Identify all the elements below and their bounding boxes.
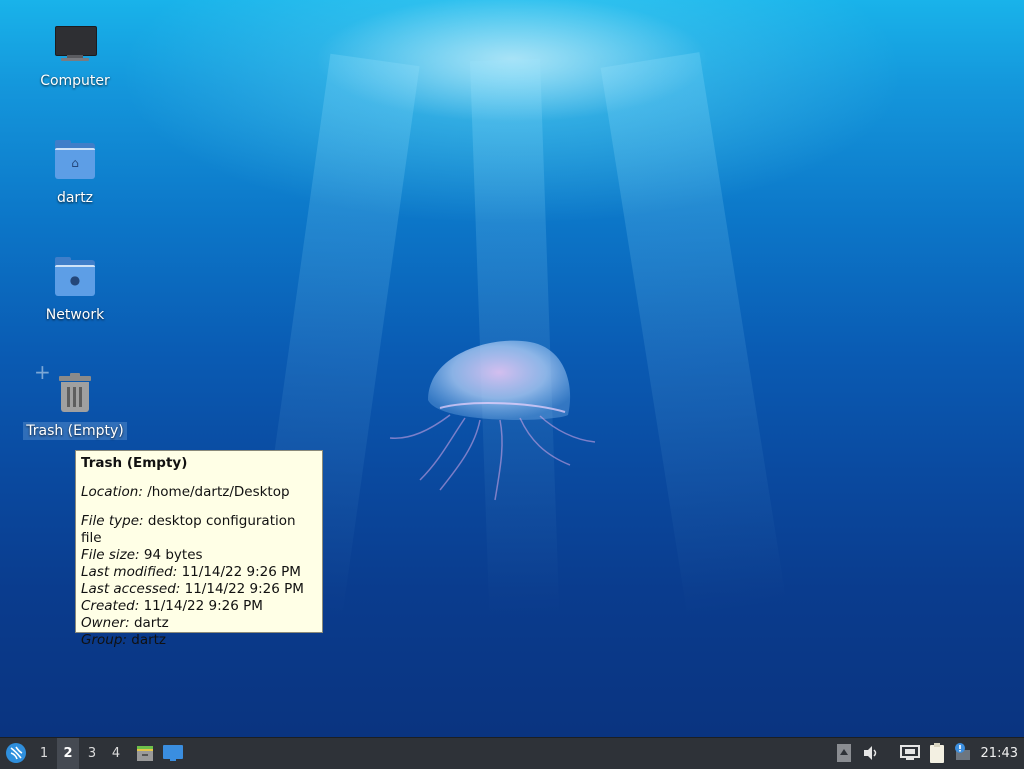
tooltip-label: Last accessed: bbox=[81, 581, 181, 597]
update-notifier-icon bbox=[955, 743, 970, 760]
home-folder-icon: ⌂ bbox=[51, 137, 99, 185]
tooltip-value: /home/dartz/Desktop bbox=[147, 484, 290, 500]
taskbar: 1 2 3 4 21:43 bbox=[0, 737, 1024, 769]
tooltip-owner-row: Owner: dartz bbox=[81, 615, 317, 632]
workspace-3-button[interactable]: 3 bbox=[81, 738, 103, 769]
tooltip-value: dartz bbox=[133, 615, 169, 631]
clock[interactable]: 21:43 bbox=[981, 738, 1018, 769]
tooltip-value: 11/14/22 9:26 PM bbox=[143, 598, 263, 614]
tooltip-last-accessed-row: Last accessed: 11/14/22 9:26 PM bbox=[81, 581, 317, 598]
tooltip-file-type-row: File type: desktop configuration file bbox=[81, 513, 317, 547]
tooltip-created-row: Created: 11/14/22 9:26 PM bbox=[81, 598, 317, 615]
network-icon bbox=[900, 745, 920, 760]
desktop-icon-label: Computer bbox=[40, 73, 110, 89]
show-desktop-icon bbox=[163, 745, 183, 761]
show-desktop-button[interactable] bbox=[161, 738, 185, 769]
tooltip-value: 94 bytes bbox=[143, 547, 203, 563]
workspace-2-button[interactable]: 2 bbox=[57, 738, 79, 769]
desktop-icon-home[interactable]: ⌂ dartz bbox=[20, 137, 130, 207]
tray-up-arrow-icon bbox=[837, 744, 851, 762]
volume-button[interactable] bbox=[860, 738, 882, 769]
tooltip-label: Last modified: bbox=[81, 564, 178, 580]
desktop-icon-label: dartz bbox=[56, 190, 94, 206]
tooltip-value: dartz bbox=[131, 632, 167, 648]
start-menu-icon bbox=[6, 743, 26, 763]
workspace-4-button[interactable]: 4 bbox=[105, 738, 127, 769]
update-notifier-button[interactable] bbox=[951, 738, 973, 769]
tooltip-label: Group: bbox=[81, 632, 127, 648]
file-info-tooltip: Trash (Empty) Location: /home/dartz/Desk… bbox=[75, 450, 323, 648]
jellyfish-wallpaper-image bbox=[389, 340, 596, 501]
file-manager-button[interactable] bbox=[133, 738, 157, 769]
desktop-icon-computer[interactable]: Computer bbox=[20, 20, 130, 90]
tooltip-location-row: Location: /home/dartz/Desktop bbox=[81, 484, 317, 501]
desktop-icon-label: Network bbox=[45, 307, 105, 323]
workspace-1-button[interactable]: 1 bbox=[33, 738, 55, 769]
tooltip-label: Created: bbox=[81, 598, 140, 614]
tooltip-title: Trash (Empty) bbox=[81, 455, 188, 471]
tooltip-value: 11/14/22 9:26 PM bbox=[181, 564, 301, 580]
tooltip-label: Location: bbox=[81, 484, 143, 500]
tooltip-group-row: Group: dartz bbox=[81, 632, 317, 649]
tooltip-last-modified-row: Last modified: 11/14/22 9:26 PM bbox=[81, 564, 317, 581]
network-button[interactable] bbox=[898, 738, 922, 769]
tray-expand-button[interactable] bbox=[834, 738, 854, 769]
trash-icon bbox=[51, 370, 99, 418]
volume-icon bbox=[864, 746, 877, 760]
computer-icon bbox=[51, 20, 99, 68]
tooltip-value: 11/14/22 9:26 PM bbox=[184, 581, 304, 597]
desktop-icon-trash[interactable]: Trash (Empty) bbox=[20, 370, 130, 440]
tooltip-label: Owner: bbox=[81, 615, 130, 631]
tooltip-file-size-row: File size: 94 bytes bbox=[81, 547, 317, 564]
network-folder-icon: ● bbox=[51, 254, 99, 302]
clipboard-icon bbox=[930, 743, 944, 763]
start-menu-button[interactable] bbox=[3, 738, 29, 769]
tooltip-label: File type: bbox=[81, 513, 144, 529]
desktop-icon-label: Trash (Empty) bbox=[23, 422, 127, 440]
tooltip-label: File size: bbox=[81, 547, 140, 563]
desktop-icon-network[interactable]: ● Network bbox=[20, 254, 130, 324]
light-ray bbox=[600, 52, 787, 621]
clipboard-button[interactable] bbox=[925, 738, 949, 769]
desktop-background: Computer ⌂ dartz ● Network + Trash (Empt… bbox=[0, 0, 1024, 737]
file-manager-icon bbox=[137, 746, 153, 761]
